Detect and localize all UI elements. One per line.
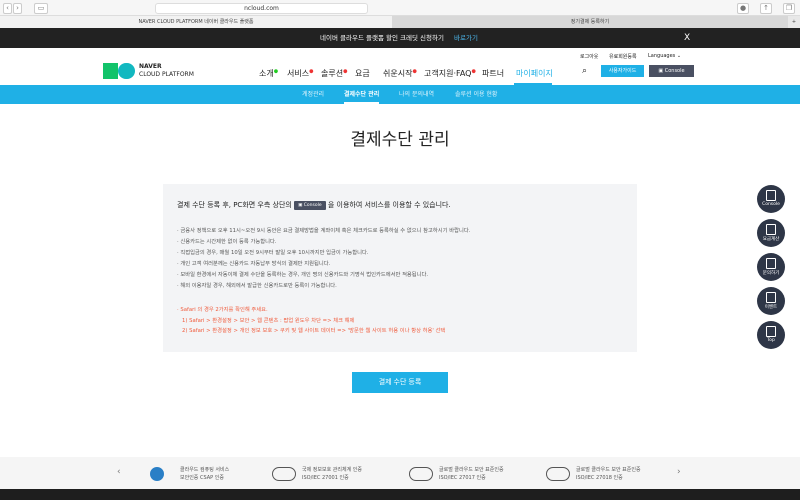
banner-link[interactable]: 바로가기 — [454, 28, 478, 48]
sub-nav: 계정관리 결제수단 관리 나의 문의내역 솔루션 이용 현황 — [0, 85, 800, 104]
page-title: 결제수단 관리 — [350, 130, 450, 150]
float-inquiry-button[interactable]: 문의하기 — [757, 253, 785, 281]
list-item: · 해외 이용자일 경우, 해외에서 발급한 신용카드로만 등록이 가능합니다. — [177, 283, 337, 289]
tab-ncloud[interactable]: NAVER CLOUD PLATFORM 네이버 클라우드 플랫폼 — [0, 16, 392, 28]
bottom-strip — [0, 489, 800, 500]
forward-button[interactable]: › — [13, 3, 22, 14]
nav-support[interactable]: 고객지원·FAQ● — [424, 68, 476, 79]
cert-footer: ‹ 클라우드 컴퓨팅 서비스 보안인증 CSAP 인증 국제 정보보호 관리체계 … — [0, 457, 800, 489]
subnav-account[interactable]: 계정관리 — [302, 85, 324, 104]
float-top-button[interactable]: Top — [757, 321, 785, 349]
iso-logo-icon — [272, 467, 296, 481]
new-tab-button[interactable]: + — [788, 16, 800, 28]
float-event-button[interactable]: 이벤트 — [757, 287, 785, 315]
tab-payment[interactable]: 정기결제 등록하기 — [392, 16, 788, 28]
float-calculator-button[interactable]: 요금계산 — [757, 219, 785, 247]
languages-dropdown[interactable]: Languages ⌄ — [648, 53, 681, 59]
prev-arrow-icon[interactable]: ‹ — [117, 467, 121, 477]
nav-getting-started[interactable]: 쉬운시작● — [383, 68, 417, 79]
banner-close-icon[interactable]: X — [684, 28, 690, 48]
calculator-icon — [766, 224, 776, 235]
share-icon[interactable]: ↑ — [760, 3, 772, 14]
csap-logo-icon — [150, 467, 164, 481]
cert-csap: 클라우드 컴퓨팅 서비스 보안인증 CSAP 인증 — [150, 466, 229, 482]
register-payment-button[interactable]: 결제 수단 등록 — [352, 372, 448, 393]
nav-services[interactable]: 서비스● — [287, 68, 313, 79]
logo-icon[interactable] — [103, 63, 135, 79]
address-bar[interactable]: ncloud.com — [155, 3, 368, 14]
cert-27001: 국제 정보보호 관리체계 인증 ISO/IEC 27001 인증 — [272, 466, 362, 482]
chart-icon — [766, 292, 776, 303]
browser-toolbar: ‹ › ▭ ncloud.com ● ↑ ❐ — [0, 0, 800, 16]
console-inline-badge: ▣ Console — [294, 200, 326, 210]
promo-banner: 네이버 클라우드 플랫폼 할인 크레딧 신청하기 바로가기 X — [0, 28, 800, 48]
next-arrow-icon[interactable]: › — [677, 467, 681, 477]
back-button[interactable]: ‹ — [3, 3, 12, 14]
download-icon[interactable]: ● — [737, 3, 749, 14]
info-lead: 결제 수단 등록 후, PC화면 우측 상단의 ▣ Console 을 이용하여… — [177, 200, 451, 210]
list-item: · 금융사 정책으로 오후 11시~오전 9시 동안은 요금 결제방법을 계좌이… — [177, 228, 471, 234]
cert-27017: 글로벌 클라우드 보안 표준인증 ISO/IEC 27017 인증 — [409, 466, 504, 482]
nav-solutions[interactable]: 솔루션● — [321, 68, 347, 79]
subnav-inquiries[interactable]: 나의 문의내역 — [399, 85, 434, 104]
search-icon[interactable]: ⌕ — [582, 66, 587, 76]
iso-logo-icon — [409, 467, 433, 481]
nav-intro[interactable]: 소개● — [259, 68, 278, 79]
console-button[interactable]: ▣ Console — [649, 65, 694, 77]
tabs-icon[interactable]: ❐ — [783, 3, 795, 14]
subnav-payment[interactable]: 결제수단 관리 — [344, 85, 380, 104]
float-console-button[interactable]: Console — [757, 185, 785, 213]
list-item: · 신용카드는 시간제한 없이 등록 가능합니다. — [177, 239, 277, 245]
register-member-link[interactable]: 유료회원등록 — [609, 53, 637, 60]
safari-notice: · Safari 의 경우 2가지를 확인해 주세요. 1) Safari > … — [177, 307, 446, 334]
nav-pricing[interactable]: 요금 — [355, 68, 370, 79]
iso-logo-icon — [546, 467, 570, 481]
banner-text: 네이버 클라우드 플랫폼 할인 크레딧 신청하기 — [320, 34, 444, 42]
list-item: · 직접입금의 경우, 매월 10일 오전 9시부터 말일 오후 10시까지만 … — [177, 250, 369, 256]
nav-mypage[interactable]: 마이페이지 — [516, 68, 553, 79]
subnav-solution-usage[interactable]: 솔루션 이용 현황 — [455, 85, 497, 104]
logo-text[interactable]: NAVER CLOUD PLATFORM — [139, 63, 194, 79]
top-icon — [766, 326, 776, 337]
nav-partner[interactable]: 파트너 — [482, 68, 504, 79]
tab-bar: NAVER CLOUD PLATFORM 네이버 클라우드 플랫폼 정기결제 등… — [0, 16, 800, 28]
info-list: · 금융사 정책으로 오후 11시~오전 9시 동안은 요금 결제방법을 계좌이… — [177, 226, 470, 292]
sidebar-icon[interactable]: ▭ — [34, 3, 48, 14]
user-guide-button[interactable]: 사용자가이드 — [601, 65, 644, 77]
site-header: NAVER CLOUD PLATFORM 로그아웃 유료회원등록 Language… — [0, 48, 800, 85]
edit-icon — [766, 258, 776, 269]
list-item: · 모바일 환경에서 자동이체 결제 수단을 등록하는 경우, 개인 명의 신용… — [177, 272, 429, 278]
logout-link[interactable]: 로그아웃 — [580, 53, 598, 60]
list-item: · 개인 고객 여러분께는 신용카드 자동납부 방식의 결제만 지원됩니다. — [177, 261, 331, 267]
cert-27018: 글로벌 클라우드 보안 표준인증 ISO/IEC 27018 인증 — [546, 466, 641, 482]
console-icon — [766, 190, 776, 201]
info-box: 결제 수단 등록 후, PC화면 우측 상단의 ▣ Console 을 이용하여… — [163, 184, 637, 352]
